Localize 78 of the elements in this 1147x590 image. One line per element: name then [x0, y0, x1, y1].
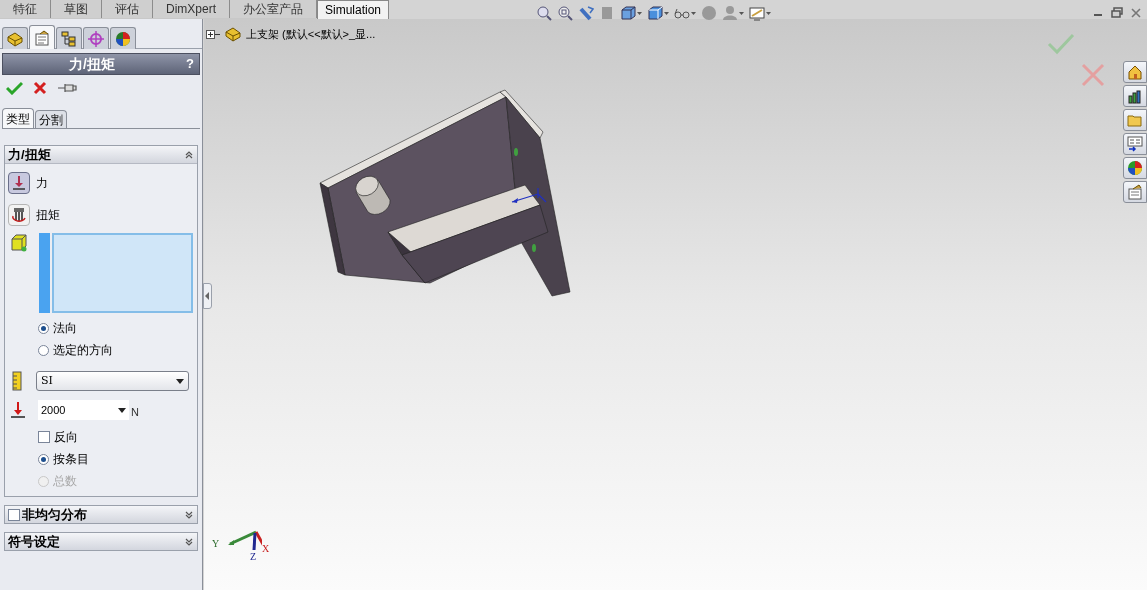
bracket-model-drawing[interactable]	[319, 89, 571, 297]
ok-icon[interactable]	[6, 81, 23, 95]
expand-icon[interactable]	[206, 29, 220, 39]
task-pane-tab[interactable]	[1123, 85, 1147, 107]
property-icon	[34, 29, 50, 46]
type-label: 扭矩	[36, 207, 60, 224]
axis-label: X	[262, 542, 270, 556]
coordinate-arrows-icon	[511, 187, 547, 203]
unit-label: N	[131, 404, 139, 420]
collapse-button[interactable]	[184, 149, 194, 160]
torque-icon	[11, 207, 27, 223]
expand-button[interactable]	[184, 536, 194, 547]
panel-title: 力/扭矩	[68, 54, 116, 74]
part-icon	[224, 26, 242, 43]
command-tab[interactable]: 办公室产品	[230, 0, 317, 18]
force-arrow-icon	[10, 401, 26, 419]
property-icon	[1127, 184, 1143, 200]
force-arrow-icon	[12, 175, 26, 191]
pin-icon[interactable]	[57, 82, 77, 94]
color-ball-icon	[115, 30, 131, 47]
configuration-icon	[61, 30, 77, 47]
command-tab[interactable]: DimXpert	[153, 0, 230, 18]
help-button[interactable]: ?	[181, 54, 199, 74]
command-tab[interactable]: 评估	[102, 0, 153, 18]
radio-label: 总数	[53, 473, 77, 490]
type-button[interactable]	[8, 172, 30, 194]
panel-tab[interactable]	[2, 27, 28, 49]
color-ball-icon	[1127, 160, 1143, 176]
home-icon	[1127, 64, 1143, 80]
radio-label: 按条目	[53, 451, 89, 468]
section-title: 符号设定	[8, 532, 61, 551]
close-icon[interactable]	[33, 81, 47, 95]
checkbox[interactable]	[38, 431, 50, 443]
radio-button[interactable]	[38, 344, 49, 356]
radio-label: 选定的方向	[53, 342, 113, 359]
sub-tab[interactable]: 类型	[2, 108, 34, 128]
axis-label: Z	[250, 550, 257, 564]
part-icon	[6, 30, 24, 47]
radio-button[interactable]	[38, 322, 49, 334]
dropdown-caret-icon[interactable]	[176, 378, 184, 384]
task-pane-tab[interactable]	[1123, 157, 1147, 179]
folder-icon	[1127, 112, 1143, 128]
unit-dropdown[interactable]: SI	[36, 371, 189, 391]
type-button[interactable]	[8, 204, 30, 226]
view-orientation-icon[interactable]	[620, 5, 636, 21]
file-list-icon	[1127, 136, 1143, 152]
radio-button[interactable]	[38, 453, 49, 465]
group-title: 力/扭矩	[8, 145, 52, 164]
force-value-field[interactable]: 2000	[38, 400, 129, 420]
bar-chart-icon	[1127, 88, 1143, 104]
zoom-area-icon[interactable]	[557, 5, 573, 21]
zoom-to-fit-icon[interactable]	[536, 5, 552, 21]
panel-tab[interactable]	[83, 27, 109, 49]
crosshair-icon	[88, 30, 104, 47]
ruler-icon	[12, 371, 22, 391]
command-tab[interactable]: 特征	[0, 0, 51, 18]
face-icon	[9, 233, 29, 253]
close-icon[interactable]	[1131, 7, 1141, 18]
checkbox-label: 反向	[54, 429, 78, 446]
restore-icon[interactable]	[1111, 7, 1123, 18]
command-tab[interactable]: Simulation	[317, 0, 390, 19]
panel-tab[interactable]	[29, 25, 55, 49]
panel-tab[interactable]	[56, 27, 82, 49]
axis-label: Y	[212, 537, 220, 551]
type-label: 力	[36, 175, 48, 192]
task-pane-tab[interactable]	[1123, 61, 1147, 83]
panel-tab[interactable]	[110, 27, 136, 49]
tree-item[interactable]: 上支架 (默认<<默认>_显...	[246, 26, 376, 43]
dropdown-caret-icon[interactable]	[118, 407, 126, 413]
sub-tab[interactable]: 分割	[35, 110, 67, 128]
checkbox[interactable]	[8, 508, 20, 521]
display-style-icon[interactable]	[647, 5, 663, 21]
monitor-icon[interactable]	[749, 5, 765, 21]
expand-button[interactable]	[184, 509, 194, 520]
section-title: 非均匀分布	[22, 505, 88, 524]
task-pane-tab[interactable]	[1123, 133, 1147, 155]
radio-label: 法向	[53, 320, 77, 337]
command-tab[interactable]: 草图	[51, 0, 102, 18]
